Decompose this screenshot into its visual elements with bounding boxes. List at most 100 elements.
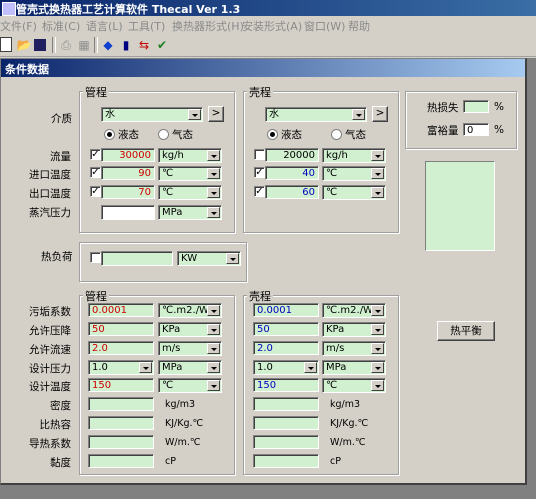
shell-medium-select[interactable]: 水 xyxy=(265,107,367,122)
print-preview-icon[interactable]: ▦ xyxy=(76,37,92,53)
tube-design-temp-input[interactable]: 150 xyxy=(88,378,154,392)
tube-inlet-input[interactable]: 90 xyxy=(101,166,155,180)
shell-inlet-input[interactable]: 40 xyxy=(265,166,319,180)
tube-design-temp-unit-select[interactable]: ℃ xyxy=(158,378,222,393)
shell-specific-heat-input[interactable] xyxy=(253,416,319,430)
menu-tools[interactable]: 工具(T) xyxy=(128,18,165,34)
tube-viscosity-input[interactable] xyxy=(88,454,154,468)
shell-fouling-input[interactable]: 0.0001 xyxy=(253,303,319,317)
new-file-icon[interactable] xyxy=(0,37,12,52)
app-title-bar[interactable]: 管壳式换热器工艺计算软件 Thecal Ver 1.3 xyxy=(0,0,536,16)
shell-outlet-input[interactable]: 60 xyxy=(265,185,319,199)
heat-load-input[interactable] xyxy=(101,251,173,266)
menu-standard[interactable]: 标准(C) xyxy=(42,18,80,34)
chevron-down-icon[interactable] xyxy=(207,362,220,373)
heat-loss-input[interactable] xyxy=(463,100,489,113)
tube-fouling-unit-select[interactable]: ℃.m2./W xyxy=(158,303,222,318)
tube-inlet-unit-select[interactable]: ℃ xyxy=(158,166,222,181)
chevron-down-icon[interactable] xyxy=(371,343,384,354)
exchange-arrows-icon[interactable]: ⇆ xyxy=(136,37,152,53)
chevron-down-icon[interactable] xyxy=(207,305,220,316)
chevron-down-icon[interactable] xyxy=(371,187,384,198)
menu-help[interactable]: 帮助 xyxy=(348,18,370,34)
menu-window[interactable]: 窗口(W) xyxy=(304,18,345,34)
tube-specific-heat-input[interactable] xyxy=(88,416,154,430)
shell-outlet-checkbox[interactable]: ✓ xyxy=(254,186,265,197)
shell-inlet-unit-select[interactable]: ℃ xyxy=(322,166,386,181)
chevron-down-icon[interactable] xyxy=(139,362,152,373)
menu-language[interactable]: 语言(L) xyxy=(86,18,123,34)
chevron-down-icon[interactable] xyxy=(352,109,365,120)
chevron-down-icon[interactable] xyxy=(188,109,201,120)
tube-density-input[interactable] xyxy=(88,397,154,411)
chevron-down-icon[interactable] xyxy=(207,380,220,391)
tube-conductivity-input[interactable] xyxy=(88,435,154,449)
tube-medium-select[interactable]: 水 xyxy=(101,107,203,122)
tube-pressure-drop-unit-select[interactable]: KPa xyxy=(158,322,222,337)
chevron-down-icon[interactable] xyxy=(226,253,239,264)
chevron-down-icon[interactable] xyxy=(207,343,220,354)
shell-design-pressure-unit-select[interactable]: MPa xyxy=(322,360,386,375)
shell-fouling-unit-select[interactable]: ℃.m2./W xyxy=(322,303,386,318)
tube-outlet-unit-select[interactable]: ℃ xyxy=(158,185,222,200)
tube-velocity-input[interactable]: 2.0 xyxy=(88,341,154,355)
menu-file[interactable]: 文件(F) xyxy=(0,18,37,34)
chevron-down-icon[interactable] xyxy=(371,305,384,316)
tube-medium-more-button[interactable]: > xyxy=(208,106,224,122)
tube-design-pressure-select[interactable]: 1.0 xyxy=(88,360,154,375)
shell-flow-input[interactable]: 20000 xyxy=(265,148,319,162)
shell-flow-checkbox[interactable] xyxy=(254,149,265,160)
shell-design-pressure-select[interactable]: 1.0 xyxy=(253,360,319,375)
save-icon[interactable] xyxy=(34,39,46,51)
shell-design-temp-input[interactable]: 150 xyxy=(253,378,319,392)
menu-install-type[interactable]: 安装形式(A) xyxy=(242,18,302,34)
shell-inlet-checkbox[interactable]: ✓ xyxy=(254,167,265,178)
shell-velocity-unit-select[interactable]: m/s xyxy=(322,341,386,356)
tube-outlet-input[interactable]: 70 xyxy=(101,185,155,199)
margin-input[interactable]: 0 xyxy=(463,123,489,136)
tube-fouling-input[interactable]: 0.0001 xyxy=(88,303,154,317)
document-icon[interactable]: ▮ xyxy=(118,37,134,53)
chevron-down-icon[interactable] xyxy=(371,168,384,179)
heat-balance-button[interactable]: 热平衡 xyxy=(437,321,495,341)
tube-pressure-drop-input[interactable]: 50 xyxy=(88,322,154,336)
shell-pressure-drop-input[interactable]: 50 xyxy=(253,322,319,336)
drop-icon[interactable]: ◆ xyxy=(100,37,116,53)
heat-load-unit-select[interactable]: KW xyxy=(177,251,241,266)
chevron-down-icon[interactable] xyxy=(207,150,220,161)
steam-pressure-input[interactable] xyxy=(101,205,155,220)
steam-pressure-unit-select[interactable]: MPa xyxy=(158,205,222,220)
heat-load-checkbox[interactable] xyxy=(90,252,101,263)
shell-liquid-radio[interactable] xyxy=(267,129,278,140)
tube-design-pressure-unit-select[interactable]: MPa xyxy=(158,360,222,375)
help-pointer-icon[interactable]: ✔ xyxy=(154,37,170,53)
open-folder-icon[interactable]: 📂 xyxy=(16,37,32,53)
tube-flow-checkbox[interactable]: ✓ xyxy=(90,149,101,160)
shell-pressure-drop-unit-select[interactable]: KPa xyxy=(322,322,386,337)
chevron-down-icon[interactable] xyxy=(207,187,220,198)
chevron-down-icon[interactable] xyxy=(207,324,220,335)
tube-inlet-checkbox[interactable]: ✓ xyxy=(90,167,101,178)
conditions-window-title-bar[interactable]: 条件数据 xyxy=(1,59,525,77)
chevron-down-icon[interactable] xyxy=(207,168,220,179)
chevron-down-icon[interactable] xyxy=(371,324,384,335)
chevron-down-icon[interactable] xyxy=(371,380,384,391)
tube-flow-input[interactable]: 30000 xyxy=(101,148,155,162)
chevron-down-icon[interactable] xyxy=(371,150,384,161)
shell-velocity-input[interactable]: 2.0 xyxy=(253,341,319,355)
shell-viscosity-input[interactable] xyxy=(253,454,319,468)
print-icon[interactable]: ⎙ xyxy=(58,37,74,53)
chevron-down-icon[interactable] xyxy=(304,362,317,373)
shell-conductivity-input[interactable] xyxy=(253,435,319,449)
shell-outlet-unit-select[interactable]: ℃ xyxy=(322,185,386,200)
chevron-down-icon[interactable] xyxy=(207,207,220,218)
tube-outlet-checkbox[interactable]: ✓ xyxy=(90,186,101,197)
menu-exchanger-type[interactable]: 换热器形式(H) xyxy=(172,18,244,34)
chevron-down-icon[interactable] xyxy=(371,362,384,373)
tube-velocity-unit-select[interactable]: m/s xyxy=(158,341,222,356)
shell-gas-radio[interactable] xyxy=(331,129,342,140)
tube-flow-unit-select[interactable]: kg/h xyxy=(158,148,222,163)
shell-medium-more-button[interactable]: > xyxy=(372,106,388,122)
tube-gas-radio[interactable] xyxy=(158,129,169,140)
shell-design-temp-unit-select[interactable]: ℃ xyxy=(322,378,386,393)
